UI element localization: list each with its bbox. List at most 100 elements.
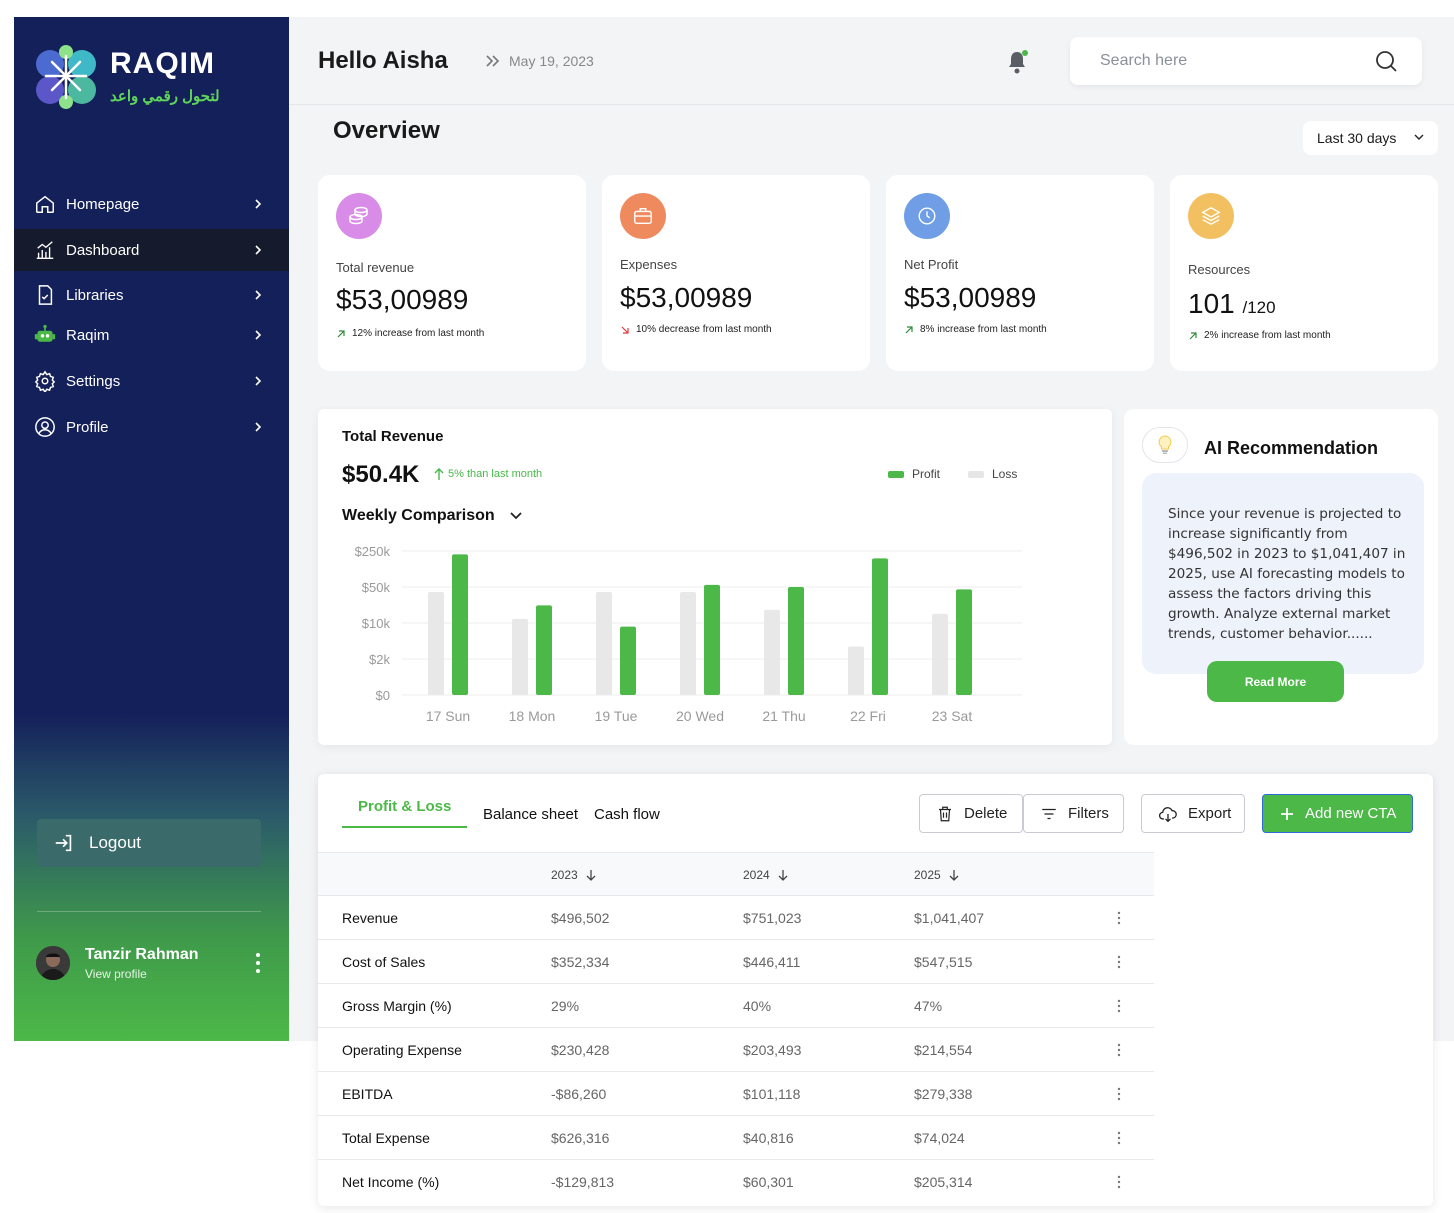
date-breadcrumb: May 19, 2023 [485, 53, 594, 69]
tab-cash-flow[interactable]: Cash flow [594, 806, 660, 823]
sidebar-item-profile[interactable]: Profile [14, 406, 289, 448]
x-tick-label: 23 Sat [932, 708, 973, 724]
table-row: Gross Margin (%) 29% 40% 47% [318, 984, 1154, 1028]
sidebar-item-libraries[interactable]: Libraries [14, 274, 289, 316]
logout-icon [55, 834, 72, 852]
bar-profit [704, 584, 720, 695]
y-tick-label: $0 [376, 688, 390, 703]
weekly-comparison-select[interactable]: Weekly Comparison [342, 507, 523, 525]
export-button[interactable]: Export [1141, 794, 1245, 833]
cell-2023: -$86,260 [551, 1086, 607, 1102]
table-row: Operating Expense $230,428 $203,493 $214… [318, 1028, 1154, 1072]
row-menu-icon[interactable] [1116, 1042, 1122, 1058]
profit-loss-panel: Profit & Loss Balance sheet Cash flow De… [318, 774, 1433, 1206]
row-menu-icon[interactable] [1116, 1130, 1122, 1146]
current-date: May 19, 2023 [509, 53, 594, 69]
sidebar-item-homepage[interactable]: Homepage [14, 183, 289, 225]
ai-recommendation-box: Since your revenue is projected to incre… [1142, 473, 1424, 674]
chevron-down-icon [1414, 134, 1424, 140]
chart-icon [34, 239, 56, 261]
row-menu-icon[interactable] [1116, 998, 1122, 1014]
stat-value: $53,00989 [620, 282, 753, 313]
y-tick-label: $2k [369, 652, 390, 667]
bar-loss [512, 618, 528, 695]
cell-2025: 47% [914, 998, 943, 1014]
revenue-title: Total Revenue [342, 428, 444, 445]
add-new-cta-button[interactable]: Add new CTA [1262, 794, 1413, 833]
sidebar-item-label: Raqim [66, 326, 110, 344]
column-header-2025[interactable]: 2025 [914, 868, 959, 882]
revenue-value: $50.4K [342, 461, 420, 488]
home-icon [34, 193, 56, 215]
tab-profit-loss[interactable]: Profit & Loss [358, 798, 451, 815]
arrow-down-icon [778, 870, 788, 881]
filters-button[interactable]: Filters [1023, 794, 1124, 833]
notification-bell-icon[interactable] [1005, 49, 1029, 75]
table-row: Net Income (%) -$129,813 $60,301 $205,31… [318, 1160, 1154, 1204]
sidebar-item-dashboard[interactable]: Dashboard [14, 229, 289, 271]
row-menu-icon[interactable] [1116, 910, 1122, 926]
user-icon [34, 416, 56, 438]
chevron-right-icon [255, 422, 262, 432]
delete-button[interactable]: Delete [919, 794, 1023, 833]
briefcase-icon [620, 193, 666, 239]
column-header-2023[interactable]: 2023 [551, 868, 596, 882]
stat-delta: 10% decrease from last month [620, 324, 772, 335]
cell-2025: $214,554 [914, 1042, 973, 1058]
brand-tagline: لتحول رقمي واعد [110, 88, 220, 105]
logout-button[interactable]: Logout [37, 819, 261, 867]
row-label: EBITDA [342, 1086, 393, 1102]
active-tab-indicator [342, 826, 467, 828]
chevron-right-icon [255, 199, 262, 209]
cell-2025: $279,338 [914, 1086, 973, 1102]
ai-recommendation-text: Since your revenue is projected to incre… [1168, 506, 1406, 642]
robot-icon [34, 324, 56, 346]
row-menu-icon[interactable] [1116, 1174, 1122, 1190]
user-name: Tanzir Rahman [85, 946, 199, 963]
coins-icon [336, 193, 382, 239]
trash-icon [939, 806, 951, 821]
cell-2024: $60,301 [743, 1174, 794, 1190]
greeting: Hello Aisha [318, 47, 448, 74]
file-icon [34, 284, 56, 306]
plus-icon [1281, 807, 1293, 820]
table-header: 2023 2024 2025 [318, 852, 1154, 896]
cell-2024: 40% [743, 998, 772, 1014]
stat-card-net-profit: Net Profit $53,00989 8% increase from la… [886, 175, 1154, 371]
ai-title: AI Recommendation [1204, 438, 1379, 458]
arrow-up-icon [434, 468, 444, 480]
sidebar-item-settings[interactable]: Settings [14, 360, 289, 402]
row-label: Cost of Sales [342, 954, 426, 970]
cell-2023: $352,334 [551, 954, 610, 970]
stat-card-revenue: Total revenue $53,00989 12% increase fro… [318, 175, 586, 371]
sidebar-item-label: Profile [66, 418, 109, 436]
view-profile-link[interactable]: View profile [85, 967, 147, 981]
stat-delta: 2% increase from last month [1188, 330, 1331, 341]
search-icon[interactable] [1374, 49, 1398, 73]
stat-label: Total revenue [336, 260, 415, 275]
brand-name: RAQIM [110, 47, 215, 80]
x-tick-label: 17 Sun [426, 708, 470, 724]
date-range-select[interactable]: Last 30 days [1303, 121, 1438, 155]
search-box [1070, 37, 1422, 85]
row-label: Revenue [342, 910, 399, 926]
more-vertical-icon[interactable] [254, 951, 262, 975]
stat-label: Resources [1188, 262, 1251, 277]
stat-value: 101 /120 [1188, 288, 1276, 319]
cell-2024: $751,023 [743, 910, 802, 926]
sidebar-item-raqim[interactable]: Raqim [14, 314, 289, 356]
stat-label: Expenses [620, 257, 678, 272]
row-menu-icon[interactable] [1116, 954, 1122, 970]
sidebar-item-label: Libraries [66, 286, 124, 304]
chevron-down-icon [510, 512, 522, 520]
column-header-2024[interactable]: 2024 [743, 868, 788, 882]
sidebar-item-label: Homepage [66, 195, 140, 213]
read-more-button[interactable]: Read More [1207, 661, 1344, 702]
sidebar-item-label: Settings [66, 372, 121, 390]
avatar[interactable] [36, 946, 70, 980]
search-input[interactable] [1100, 49, 1360, 73]
arrow-down-icon [949, 870, 959, 881]
cell-2023: -$129,813 [551, 1174, 615, 1190]
row-menu-icon[interactable] [1116, 1086, 1122, 1102]
tab-balance-sheet[interactable]: Balance sheet [483, 806, 578, 823]
